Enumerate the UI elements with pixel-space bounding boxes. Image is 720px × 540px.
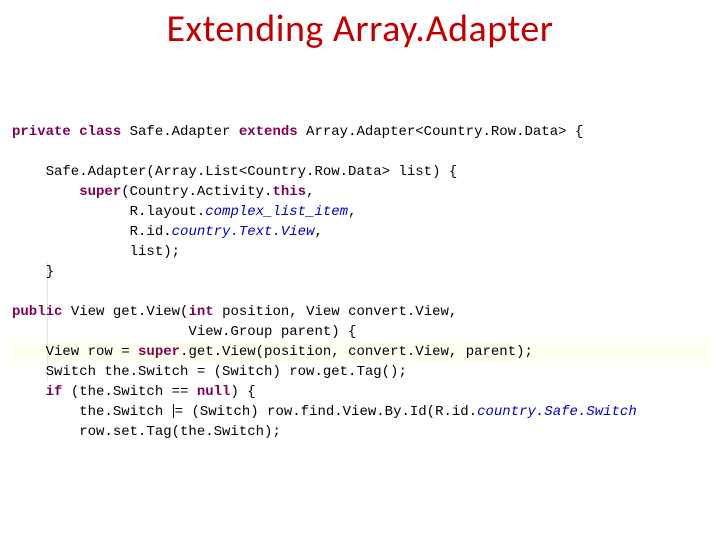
slide: Extending Array.Adapter private class Sa…: [0, 0, 720, 540]
code-line: list);: [12, 244, 180, 260]
code-line: R.id.country.Text.View,: [12, 224, 323, 240]
code-line: R.layout.complex_list_item,: [12, 204, 356, 220]
slide-title: Extending Array.Adapter: [0, 6, 720, 52]
code-line: }: [12, 264, 54, 280]
static-field: complex_list_item: [205, 204, 348, 220]
code-line: super(Country.Activity.this,: [12, 184, 314, 200]
code-line: Switch the.Switch = (Switch) row.get.Tag…: [12, 364, 407, 380]
code-line: Safe.Adapter(Array.List<Country.Row.Data…: [12, 164, 457, 180]
keyword: private class: [12, 124, 121, 140]
code-lines: private class Safe.Adapter extends Array…: [12, 102, 708, 462]
static-field: country.Text.View: [172, 224, 315, 240]
keyword: public: [12, 304, 62, 320]
keyword: super: [79, 184, 121, 200]
code-block: private class Safe.Adapter extends Array…: [12, 62, 708, 502]
static-field: country.Safe.Switch: [477, 404, 637, 420]
code-line: private class Safe.Adapter extends Array…: [12, 124, 583, 140]
code-line: View.Group parent) {: [12, 324, 356, 340]
code-line: public View get.View(int position, View …: [12, 304, 457, 320]
keyword: null: [197, 384, 231, 400]
keyword: this: [272, 184, 306, 200]
code-line: the.Switch = (Switch) row.find.View.By.I…: [12, 404, 637, 420]
code-line: row.set.Tag(the.Switch);: [12, 424, 281, 440]
keyword: if: [46, 384, 63, 400]
keyword: int: [188, 304, 213, 320]
keyword: super: [138, 344, 180, 360]
keyword: extends: [239, 124, 298, 140]
code-line: View row = super.get.View(position, conv…: [12, 344, 533, 360]
code-line: if (the.Switch == null) {: [12, 384, 256, 400]
text-cursor: [173, 404, 174, 418]
